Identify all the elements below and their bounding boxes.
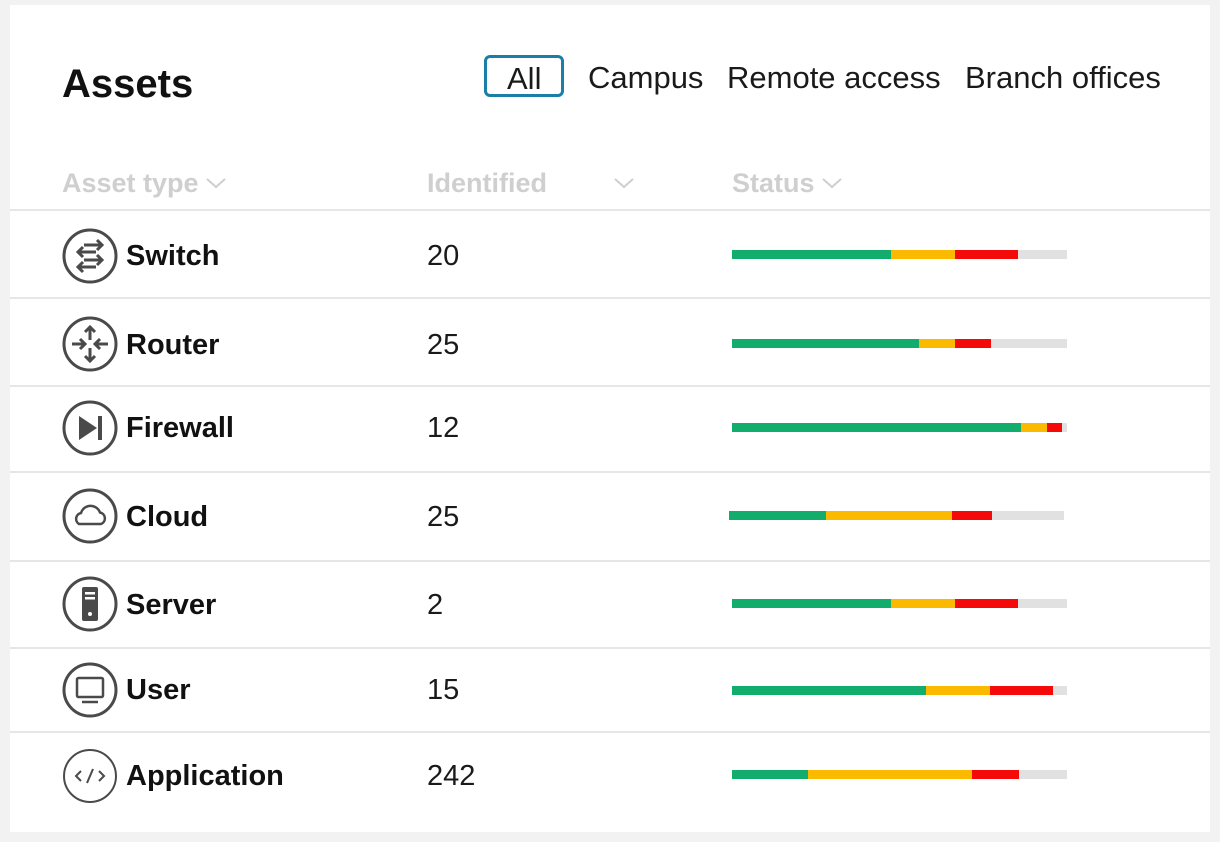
server-icon	[62, 576, 118, 632]
firewall-icon	[62, 400, 118, 456]
status-bar-good	[732, 339, 919, 348]
column-header-identified[interactable]: Identified	[427, 165, 635, 201]
table-row[interactable]: Cloud 25	[10, 473, 1210, 560]
status-bar	[732, 339, 1067, 348]
asset-type-name: Cloud	[126, 501, 209, 533]
column-header-identified-label: Identified	[427, 168, 547, 198]
status-bar-good	[729, 511, 827, 520]
status-bar-warning	[891, 250, 955, 259]
column-header-status-label: Status	[732, 168, 815, 198]
status-bar	[729, 511, 1064, 520]
status-bar-warning	[808, 770, 972, 779]
status-bar-good	[732, 770, 809, 779]
status-bar-critical	[1047, 423, 1063, 432]
identified-count: 25	[427, 501, 460, 533]
table-row[interactable]: Application 242	[10, 733, 1210, 823]
tab-all[interactable]: All	[484, 55, 565, 97]
column-header-status[interactable]: Status	[732, 165, 843, 201]
status-bar	[732, 599, 1067, 608]
asset-type-name: Server	[126, 589, 217, 621]
table-row[interactable]: Router 25	[10, 299, 1210, 385]
cloud-icon	[62, 488, 118, 544]
identified-count: 20	[427, 240, 460, 272]
identified-count: 242	[427, 760, 476, 792]
monitor-icon	[62, 662, 118, 718]
status-bar-warning	[918, 339, 955, 348]
asset-type-name: Application	[126, 760, 284, 792]
status-bar-warning	[826, 511, 953, 520]
column-header-asset-type[interactable]: Asset type	[62, 165, 227, 201]
status-bar-critical	[952, 511, 993, 520]
table-row[interactable]: User 15	[10, 649, 1210, 731]
status-bar	[732, 250, 1067, 259]
tab-branch-offices[interactable]: Branch offices	[965, 55, 1161, 101]
page-title: Assets	[62, 62, 194, 106]
status-bar-critical	[954, 339, 991, 348]
status-bar	[732, 686, 1067, 695]
chevron-down-icon	[821, 176, 843, 190]
code-icon	[62, 748, 118, 804]
identified-count: 25	[427, 329, 460, 361]
identified-count: 2	[427, 589, 444, 621]
switch-icon	[62, 228, 118, 284]
status-bar-warning	[891, 599, 955, 608]
tab-remote-access[interactable]: Remote access	[727, 55, 941, 101]
status-bar-good	[732, 599, 892, 608]
column-header-asset-type-label: Asset type	[62, 168, 199, 198]
status-bar-critical	[989, 686, 1054, 695]
identified-count: 15	[427, 674, 460, 706]
chevron-down-icon	[613, 176, 635, 190]
table-row[interactable]: Switch 20	[10, 211, 1210, 297]
status-bar-good	[732, 250, 892, 259]
tab-campus[interactable]: Campus	[588, 55, 703, 101]
status-bar-warning	[925, 686, 990, 695]
status-bar	[732, 423, 1067, 432]
status-bar-good	[732, 686, 926, 695]
asset-type-name: Switch	[126, 240, 220, 272]
chevron-down-icon	[205, 176, 227, 190]
status-bar-critical	[971, 770, 1020, 779]
status-bar	[732, 770, 1067, 779]
assets-card: Assets All Campus Remote access Branch o…	[10, 5, 1210, 832]
router-icon	[62, 316, 118, 372]
status-bar-warning	[1021, 423, 1048, 432]
asset-type-name: Firewall	[126, 412, 234, 444]
status-bar-critical	[954, 250, 1019, 259]
status-bar-critical	[954, 599, 1019, 608]
identified-count: 12	[427, 412, 460, 444]
asset-type-name: User	[126, 674, 191, 706]
table-row[interactable]: Server 2	[10, 562, 1210, 647]
status-bar-good	[732, 423, 1022, 432]
asset-type-name: Router	[126, 329, 220, 361]
table-row[interactable]: Firewall 12	[10, 387, 1210, 471]
